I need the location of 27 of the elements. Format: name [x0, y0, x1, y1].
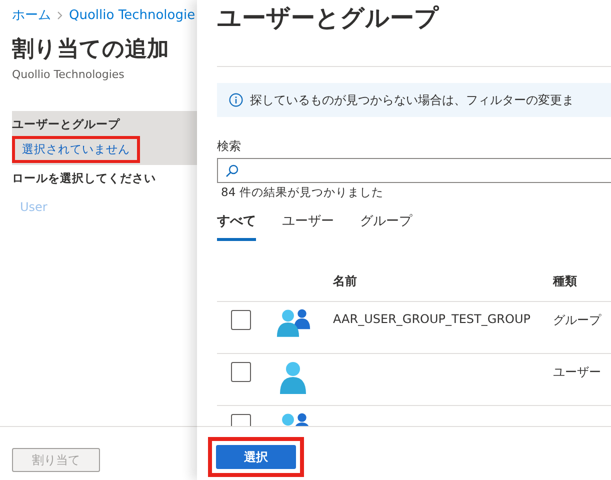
filter-tab[interactable]: グループ [360, 208, 412, 241]
filter-tab[interactable]: ユーザー [282, 208, 334, 241]
search-field[interactable] [217, 158, 611, 183]
type-cell: ユーザー [553, 364, 601, 381]
name-cell: AAR_USER_GROUP_TEST_GROUP [333, 312, 530, 326]
role-label: ロールを選択してください [12, 171, 156, 186]
filter-tab[interactable]: すべて [217, 208, 256, 241]
result-count: 84 件の結果が見つかりました [221, 185, 384, 200]
info-message: 探しているものが見つからない場合は、フィルターの変更ま [250, 92, 574, 108]
column-header: 名前 [333, 261, 553, 302]
dialog-title: ユーザーとグループ [217, 3, 440, 34]
search-label: 検索 [217, 138, 242, 155]
chevron-icon [57, 10, 63, 20]
breadcrumb-link[interactable]: ホーム [12, 6, 51, 24]
page-title: 割り当ての追加 [12, 36, 170, 64]
search-icon [225, 164, 239, 178]
section-label: ユーザーとグループ [12, 117, 120, 132]
type-cell: グループ [553, 312, 601, 329]
column-header: 種類 [553, 261, 611, 302]
info-icon [229, 93, 243, 107]
page-subtitle: Quollio Technologies [12, 68, 126, 81]
selection-link[interactable]: 選択されていません [12, 136, 140, 163]
breadcrumb-link[interactable]: Quollio Technologie [69, 8, 196, 22]
row-checkbox[interactable] [231, 362, 251, 382]
row-checkbox[interactable] [231, 310, 251, 330]
group-icon [275, 308, 311, 338]
select-button[interactable]: 選択 [216, 445, 296, 469]
